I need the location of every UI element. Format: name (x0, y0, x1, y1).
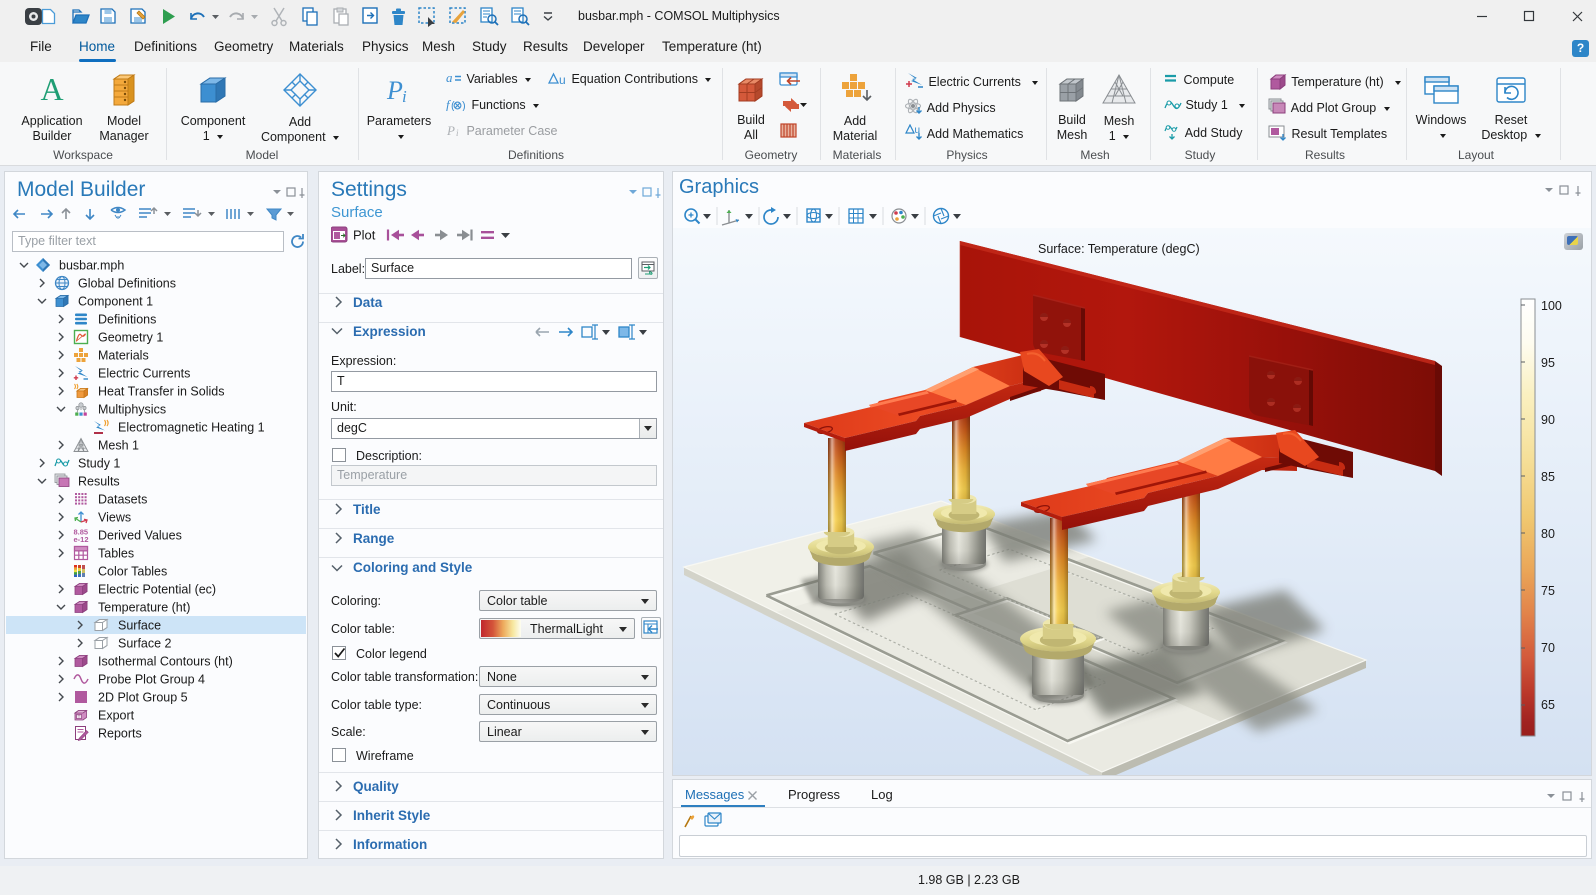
svg-text:100: 100 (1541, 299, 1562, 313)
svg-text:Export: Export (98, 709, 135, 723)
svg-text:Surface 2: Surface 2 (118, 637, 172, 651)
svg-text:85: 85 (1541, 470, 1555, 484)
svg-text:busbar.mph: busbar.mph (59, 259, 124, 273)
svg-text:a: a (446, 72, 453, 85)
svg-text:Isothermal Contours (ht): Isothermal Contours (ht) (98, 655, 233, 669)
svg-text:i: i (456, 128, 459, 137)
svg-text:Geometry 1: Geometry 1 (98, 331, 163, 345)
svg-text:Probe Plot Group 4: Probe Plot Group 4 (98, 673, 205, 687)
svg-text:): ) (462, 100, 466, 111)
svg-text:65: 65 (1541, 698, 1555, 712)
svg-text:P: P (386, 76, 403, 105)
svg-text:Temperature (ht): Temperature (ht) (98, 601, 190, 615)
svg-text:Materials: Materials (98, 349, 149, 363)
svg-text:Plot: Plot (353, 228, 376, 243)
svg-text:2D Plot Group 5: 2D Plot Group 5 (98, 691, 188, 705)
svg-text:90: 90 (1541, 413, 1555, 427)
svg-text:80: 80 (1541, 527, 1555, 541)
svg-text:Study 1: Study 1 (78, 457, 120, 471)
svg-text:u: u (559, 73, 566, 85)
svg-text:Mesh 1: Mesh 1 (98, 439, 139, 453)
svg-text:Heat Transfer in Solids: Heat Transfer in Solids (98, 385, 224, 399)
svg-text:Electromagnetic Heating 1: Electromagnetic Heating 1 (118, 421, 265, 435)
svg-text:Definitions: Definitions (98, 313, 156, 327)
svg-text:Electric Currents: Electric Currents (98, 367, 190, 381)
svg-text:P: P (446, 124, 455, 137)
svg-text:Global Definitions: Global Definitions (78, 277, 176, 291)
svg-text:Surface: Surface (118, 619, 161, 633)
svg-text:95: 95 (1541, 356, 1555, 370)
svg-text:70: 70 (1541, 641, 1555, 655)
svg-text:Results: Results (78, 475, 120, 489)
svg-text:e-12: e-12 (74, 535, 89, 544)
svg-text:Color Tables: Color Tables (98, 565, 167, 579)
svg-text:Reports: Reports (98, 727, 142, 741)
svg-text:Views: Views (98, 511, 131, 525)
svg-text:i: i (402, 87, 407, 106)
svg-text:A: A (40, 72, 63, 107)
svg-text:Multiphysics: Multiphysics (98, 403, 166, 417)
svg-text:Electric Potential (ec): Electric Potential (ec) (98, 583, 216, 597)
svg-text:Tables: Tables (98, 547, 134, 561)
svg-text:Component 1: Component 1 (78, 295, 153, 309)
svg-text:Derived Values: Derived Values (98, 529, 182, 543)
svg-text:75: 75 (1541, 584, 1555, 598)
svg-text:Datasets: Datasets (98, 493, 147, 507)
